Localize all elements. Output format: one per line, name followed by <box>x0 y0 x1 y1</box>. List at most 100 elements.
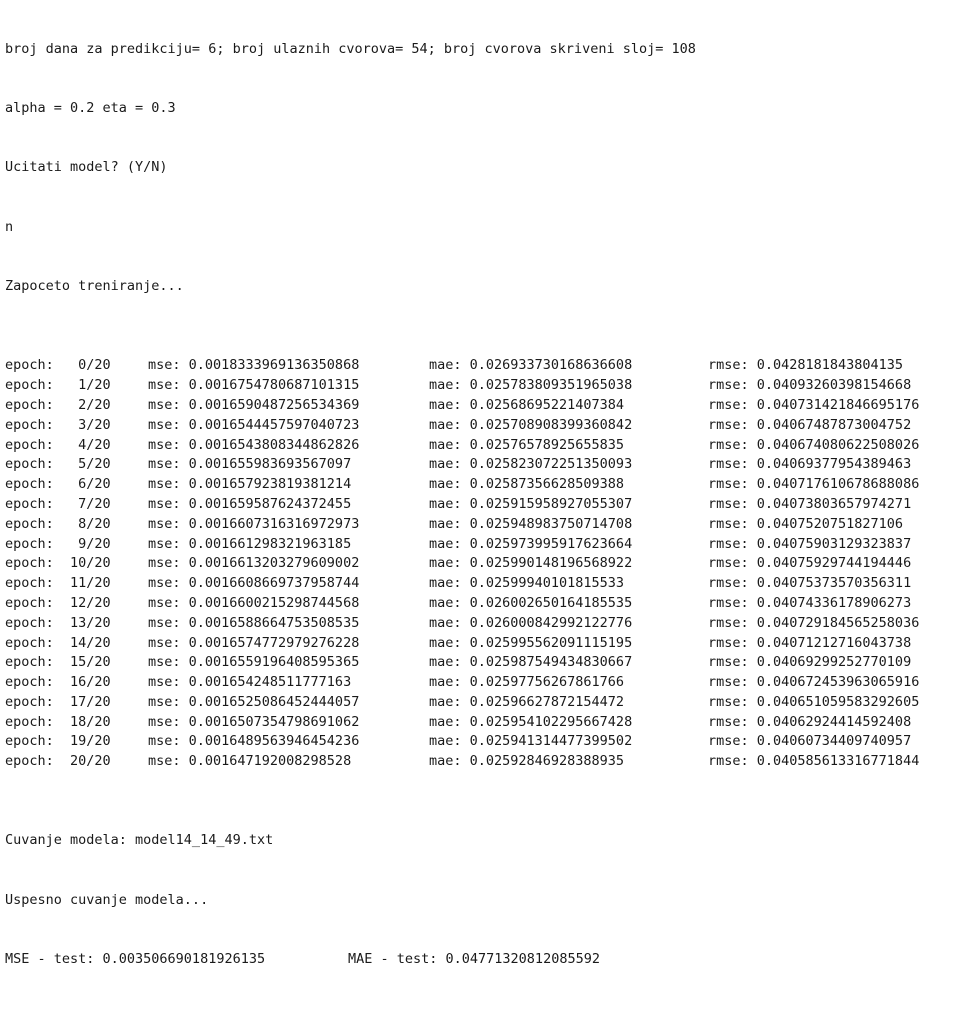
save-success-line: Uspesno cuvanje modela... <box>5 891 209 908</box>
epoch-mae: mae: 0.026000842992122776 <box>429 614 633 631</box>
epoch-row: epoch: 13/20 mse: 0.0016588664753508535 ma… <box>5 614 965 634</box>
epoch-row: epoch: 0/20 mse: 0.0018333969136350868 mae… <box>5 356 965 376</box>
epoch-rmse: rmse: 0.04075373570356311 <box>708 575 912 592</box>
epoch-mse: mse: 0.001657923819381214 <box>148 476 352 493</box>
prompt-line: Ucitati model? (Y/N) <box>5 159 168 176</box>
test-mse: MSE - test: 0.003506690181926135 <box>5 951 266 968</box>
epoch-rmse: rmse: 0.040729184565258036 <box>708 614 920 631</box>
epoch-mse: mse: 0.0016608669737958744 <box>148 575 360 592</box>
epoch-row: epoch: 6/20 mse: 0.001657923819381214 mae:… <box>5 475 965 495</box>
params-line: alpha = 0.2 eta = 0.3 <box>5 99 176 116</box>
epoch-label: epoch: 7/20 <box>5 495 111 512</box>
epoch-rmse: rmse: 0.04075929744194446 <box>708 555 912 572</box>
save-line: Cuvanje modela: model14_14_49.txt <box>5 832 274 849</box>
epoch-row: epoch: 1/20 mse: 0.0016754780687101315 mae… <box>5 376 965 396</box>
epoch-mse: mse: 0.0016543808344862826 <box>148 436 360 453</box>
epoch-rmse: rmse: 0.04073803657974271 <box>708 495 912 512</box>
epoch-mae: mae: 0.02587356628509388 <box>429 476 625 493</box>
epoch-row: epoch: 2/20 mse: 0.0016590487256534369 mae… <box>5 396 965 416</box>
epoch-label: epoch: 9/20 <box>5 535 111 552</box>
epoch-label: epoch: 18/20 <box>5 713 111 730</box>
epoch-mse: mse: 0.001647192008298528 <box>148 753 352 770</box>
epoch-mae: mae: 0.02576578925655835 <box>429 436 625 453</box>
epoch-mae: mae: 0.025990148196568922 <box>429 555 633 572</box>
epoch-mae: mae: 0.025987549434830667 <box>429 654 633 671</box>
epoch-label: epoch: 17/20 <box>5 693 111 710</box>
epoch-label: epoch: 20/20 <box>5 753 111 770</box>
epoch-rmse: rmse: 0.04069377954389463 <box>708 456 912 473</box>
epoch-mse: mse: 0.0016525086452444057 <box>148 693 360 710</box>
epoch-label: epoch: 2/20 <box>5 396 111 413</box>
epoch-rmse: rmse: 0.0407520751827106 <box>708 515 904 532</box>
epoch-row: epoch: 11/20 mse: 0.0016608669737958744 ma… <box>5 574 965 594</box>
epoch-mae: mae: 0.025941314477399502 <box>429 733 633 750</box>
console-output: broj dana za predikciju= 6; broj ulaznih… <box>5 0 965 990</box>
test-results-line: MSE - test: 0.003506690181926135 MAE - t… <box>5 950 965 970</box>
epoch-mae: mae: 0.025783809351965038 <box>429 377 633 394</box>
epoch-mse: mse: 0.0016574772979276228 <box>148 634 360 651</box>
epoch-row: epoch: 18/20 mse: 0.0016507354798691062 ma… <box>5 713 965 733</box>
epoch-row: epoch: 8/20 mse: 0.0016607316316972973 mae… <box>5 515 965 535</box>
epoch-rmse: rmse: 0.04071212716043738 <box>708 634 912 651</box>
epoch-mae: mae: 0.025915958927055307 <box>429 495 633 512</box>
epoch-rmse: rmse: 0.040585613316771844 <box>708 753 920 770</box>
epoch-row: epoch: 15/20 mse: 0.0016559196408595365 ma… <box>5 653 965 673</box>
status-line: Zapoceto treniranje... <box>5 278 184 295</box>
epoch-label: epoch: 1/20 <box>5 377 111 394</box>
epoch-label: epoch: 14/20 <box>5 634 111 651</box>
epoch-label: epoch: 12/20 <box>5 594 111 611</box>
epoch-mae: mae: 0.026933730168636608 <box>429 357 633 374</box>
epoch-row: epoch: 5/20 mse: 0.001655983693567097 mae:… <box>5 455 965 475</box>
epoch-row: epoch: 16/20 mse: 0.001654248511777163 mae… <box>5 673 965 693</box>
epoch-rmse: rmse: 0.04069299252770109 <box>708 654 912 671</box>
epoch-mae: mae: 0.026002650164185535 <box>429 594 633 611</box>
epoch-row: epoch: 7/20 mse: 0.001659587624372455 mae:… <box>5 495 965 515</box>
epoch-rmse: rmse: 0.040674080622508026 <box>708 436 920 453</box>
epoch-label: epoch: 13/20 <box>5 614 111 631</box>
epoch-row: epoch: 20/20 mse: 0.001647192008298528 mae… <box>5 752 965 772</box>
epoch-mae: mae: 0.025948983750714708 <box>429 515 633 532</box>
epoch-log: epoch: 0/20 mse: 0.0018333969136350868 mae… <box>5 356 965 772</box>
epoch-label: epoch: 4/20 <box>5 436 111 453</box>
epoch-label: epoch: 0/20 <box>5 357 111 374</box>
config-line: broj dana za predikciju= 6; broj ulaznih… <box>5 40 696 57</box>
epoch-rmse: rmse: 0.04075903129323837 <box>708 535 912 552</box>
epoch-rmse: rmse: 0.040651059583292605 <box>708 693 920 710</box>
test-mae: MAE - test: 0.04771320812085592 <box>348 951 600 968</box>
epoch-row: epoch: 14/20 mse: 0.0016574772979276228 ma… <box>5 634 965 654</box>
epoch-label: epoch: 11/20 <box>5 575 111 592</box>
epoch-mae: mae: 0.02568695221407384 <box>429 396 625 413</box>
epoch-label: epoch: 16/20 <box>5 674 111 691</box>
epoch-label: epoch: 10/20 <box>5 555 111 572</box>
epoch-rmse: rmse: 0.04067487873004752 <box>708 416 912 433</box>
epoch-mae: mae: 0.025954102295667428 <box>429 713 633 730</box>
epoch-rmse: rmse: 0.040717610678688086 <box>708 476 920 493</box>
epoch-mse: mse: 0.0016559196408595365 <box>148 654 360 671</box>
epoch-row: epoch: 19/20 mse: 0.0016489563946454236 ma… <box>5 732 965 752</box>
epoch-mae: mae: 0.025995562091115195 <box>429 634 633 651</box>
epoch-mse: mse: 0.0016588664753508535 <box>148 614 360 631</box>
epoch-label: epoch: 6/20 <box>5 476 111 493</box>
epoch-mse: mse: 0.0016600215298744568 <box>148 594 360 611</box>
epoch-label: epoch: 19/20 <box>5 733 111 750</box>
epoch-rmse: rmse: 0.04093260398154668 <box>708 377 912 394</box>
epoch-mse: mse: 0.001661298321963185 <box>148 535 352 552</box>
epoch-mse: mse: 0.0016544457597040723 <box>148 416 360 433</box>
epoch-row: epoch: 4/20 mse: 0.0016543808344862826 mae… <box>5 436 965 456</box>
epoch-mse: mse: 0.0016507354798691062 <box>148 713 360 730</box>
epoch-mse: mse: 0.0016754780687101315 <box>148 377 360 394</box>
epoch-label: epoch: 5/20 <box>5 456 111 473</box>
epoch-row: epoch: 9/20 mse: 0.001661298321963185 mae:… <box>5 535 965 555</box>
epoch-row: epoch: 17/20 mse: 0.0016525086452444057 ma… <box>5 693 965 713</box>
epoch-mae: mae: 0.02597756267861766 <box>429 674 625 691</box>
epoch-mse: mse: 0.0016613203279609002 <box>148 555 360 572</box>
epoch-rmse: rmse: 0.04074336178906273 <box>708 594 912 611</box>
epoch-mse: mse: 0.001655983693567097 <box>148 456 352 473</box>
epoch-rmse: rmse: 0.04062924414592408 <box>708 713 912 730</box>
epoch-mae: mae: 0.02596627872154472 <box>429 693 625 710</box>
epoch-mse: mse: 0.0018333969136350868 <box>148 357 360 374</box>
epoch-mae: mae: 0.02599940101815533 <box>429 575 625 592</box>
epoch-mae: mae: 0.02592846928388935 <box>429 753 625 770</box>
epoch-mse: mse: 0.0016607316316972973 <box>148 515 360 532</box>
epoch-label: epoch: 8/20 <box>5 515 111 532</box>
